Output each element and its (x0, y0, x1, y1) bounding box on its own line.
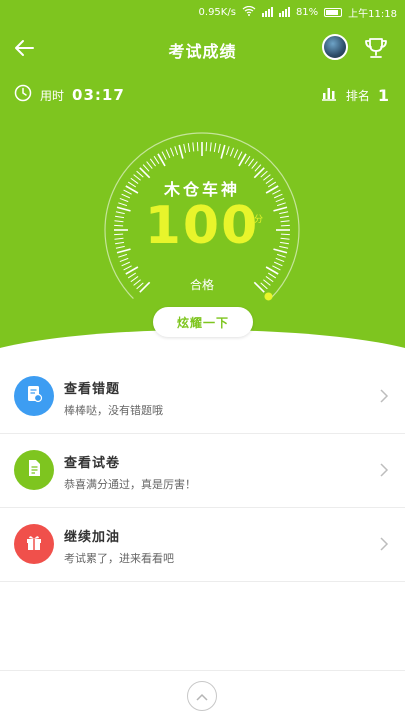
pass-result: 合格 (189, 278, 214, 292)
score-unit: 分 (254, 215, 264, 225)
time-stat: 用时 03:17 (14, 84, 125, 106)
time-label: 用时 (40, 88, 65, 103)
bar-chart-icon (320, 84, 338, 106)
footer-divider (0, 670, 405, 671)
chevron-up-icon (195, 687, 209, 706)
rank-value: 1 (377, 85, 389, 105)
nav-bar: 考试成绩 (0, 28, 405, 68)
list-item-subtitle: 棒棒哒，没有错题哦 (64, 404, 163, 417)
document-icon (24, 458, 44, 482)
chevron-right-icon (379, 536, 389, 552)
signal-icon (261, 7, 273, 17)
wifi-icon (242, 5, 256, 19)
document-check-icon (24, 384, 44, 408)
list-item-title: 查看试卷 (64, 456, 121, 471)
trophy-icon[interactable] (362, 34, 390, 62)
clock-icon (14, 84, 32, 106)
clock: 上午11:18 (348, 8, 397, 20)
scroll-up-button[interactable] (187, 681, 217, 711)
list-item-icon-bg (14, 524, 54, 564)
list-item-title: 继续加油 (64, 530, 121, 545)
rank-stat[interactable]: 排名 1 (320, 84, 389, 106)
avatar[interactable] (322, 34, 348, 60)
show-off-button[interactable]: 炫耀一下 (153, 307, 253, 337)
gauge-text: 木仓车神 100 分 合格 (102, 130, 302, 330)
list-item-wrong-questions[interactable]: 查看错题 棒棒哒，没有错题哦 (0, 360, 405, 434)
chevron-right-icon (379, 462, 389, 478)
list-item-subtitle: 恭喜满分通过，真是厉害！ (64, 478, 196, 491)
action-list: 查看错题 棒棒哒，没有错题哦 查看试卷 恭喜满分通过，真是厉害！ 继续加油 考试… (0, 360, 405, 582)
signal-icon-2 (278, 7, 290, 17)
list-item-subtitle: 考试累了，进来看看吧 (64, 552, 174, 565)
time-value: 03:17 (72, 86, 125, 104)
list-item-icon-bg (14, 450, 54, 490)
list-item-title: 查看错题 (64, 382, 121, 397)
list-item-icon-bg (14, 376, 54, 416)
gift-icon (24, 532, 44, 556)
list-item-view-paper[interactable]: 查看试卷 恭喜满分通过，真是厉害！ (0, 434, 405, 508)
score-value: 100 (144, 196, 260, 256)
network-speed: 0.95K/s (198, 6, 236, 18)
chevron-right-icon (379, 388, 389, 404)
status-bar: 0.95K/s 81% 上午11:18 (0, 0, 405, 24)
battery-icon (324, 7, 343, 17)
battery-percent: 81% (295, 6, 319, 18)
rank-label: 排名 (345, 88, 370, 103)
list-item-keep-going[interactable]: 继续加油 考试累了，进来看看吧 (0, 508, 405, 582)
